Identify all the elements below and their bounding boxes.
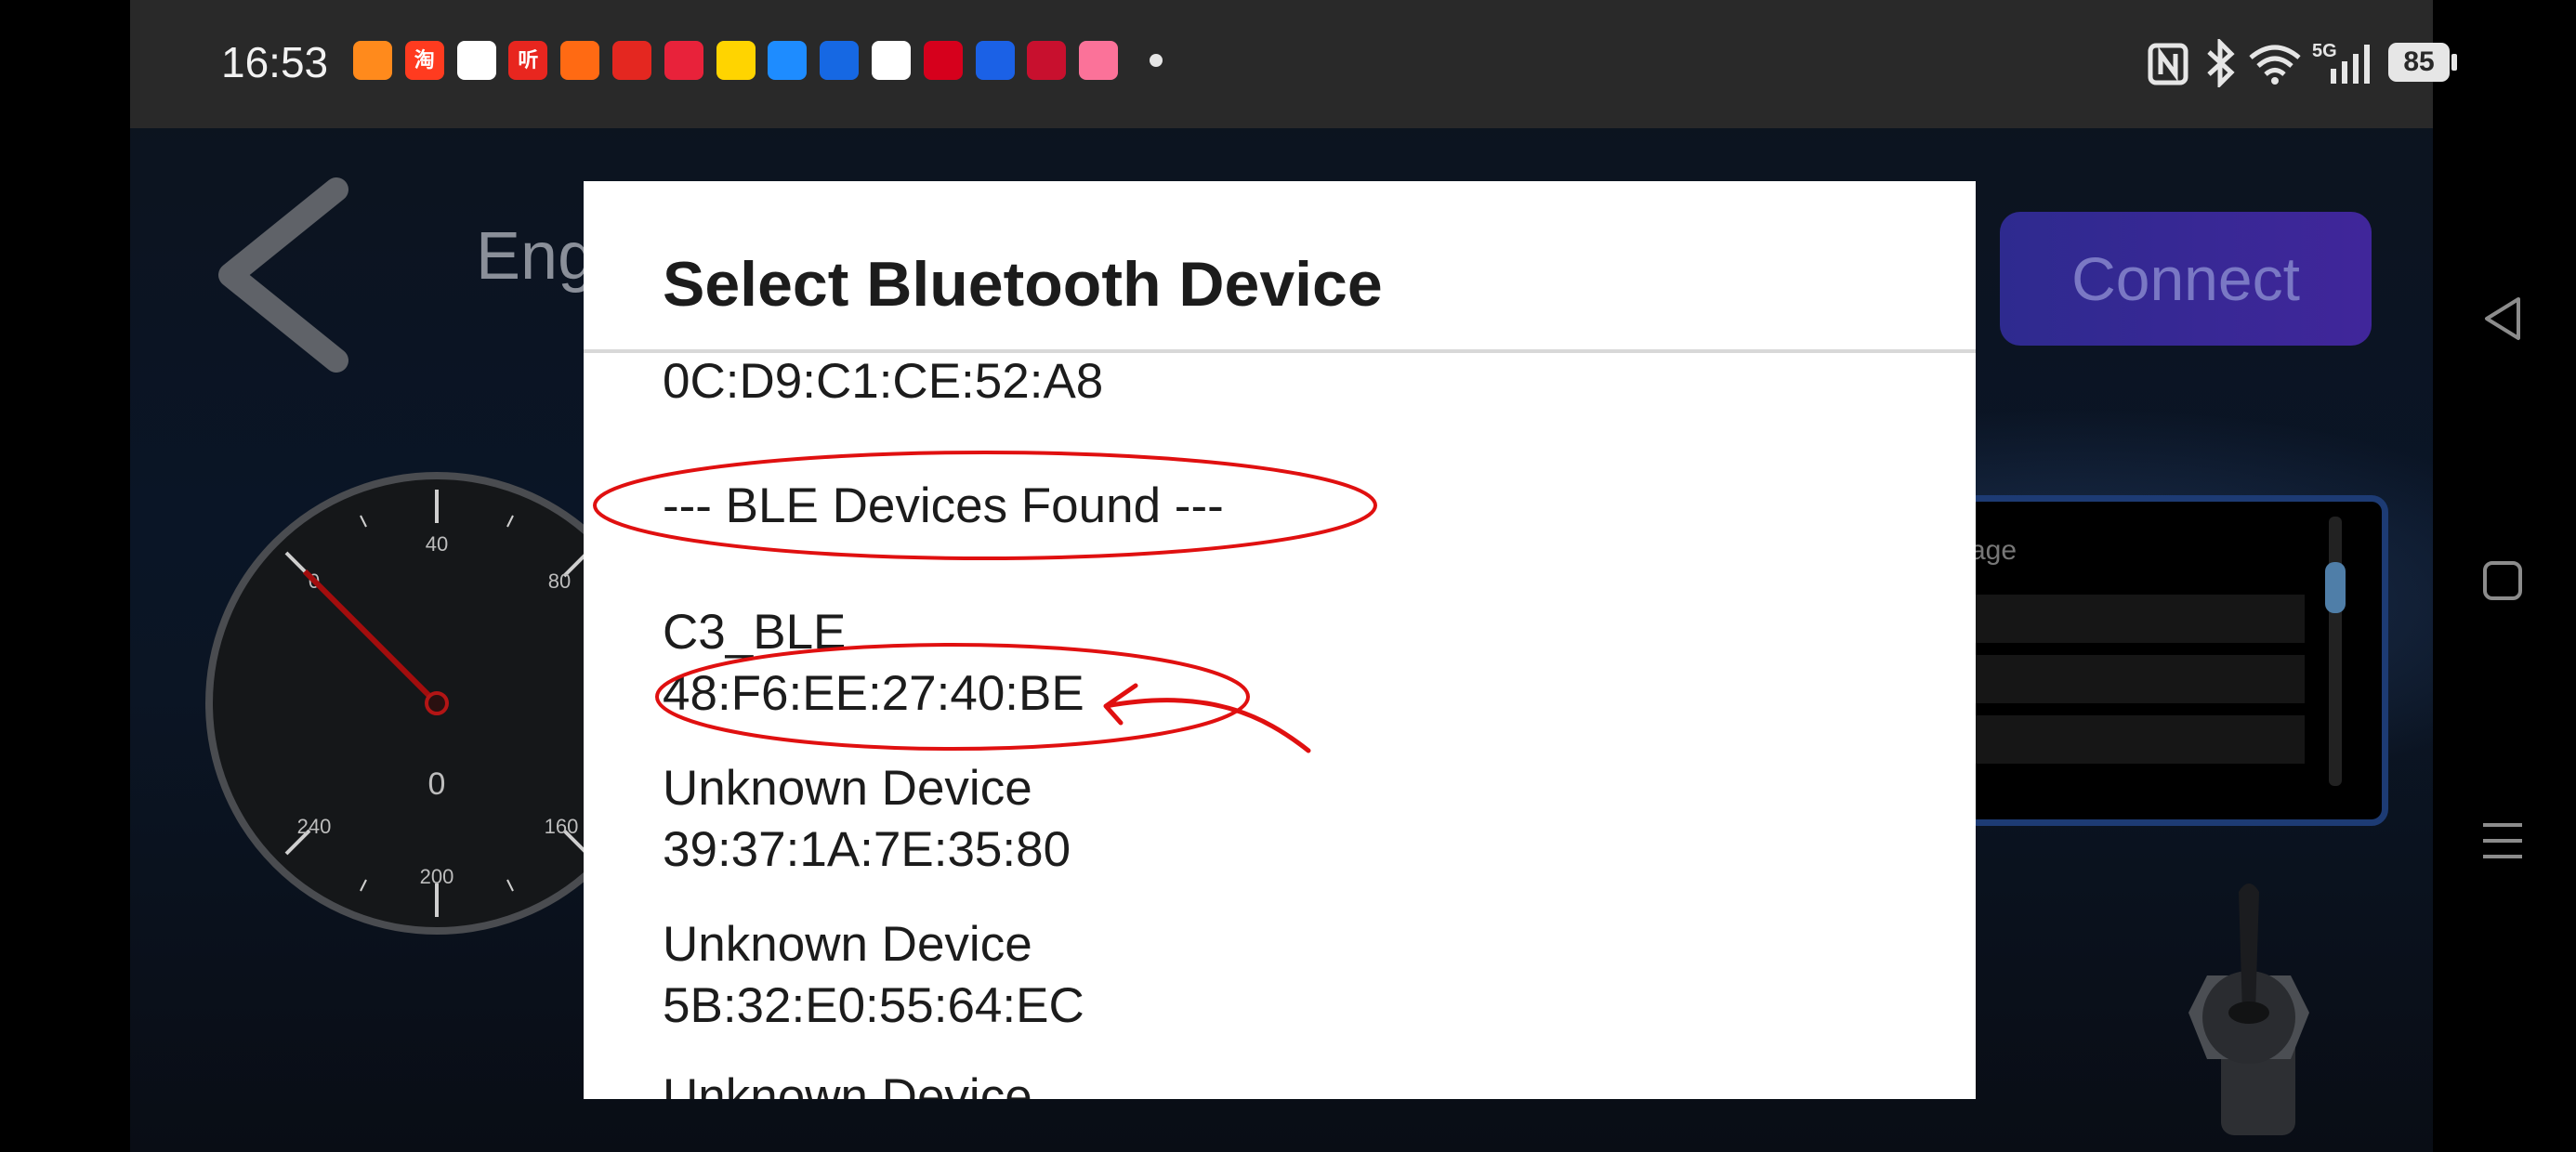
device-name-line[interactable]: Unknown Device	[663, 760, 1032, 817]
gauge-label-40: 40	[426, 532, 448, 556]
battery-level: 85	[2403, 46, 2435, 77]
app-icon-11	[872, 41, 911, 80]
gauge-value: 0	[428, 766, 446, 802]
app-icon-1	[353, 41, 392, 80]
message-row	[1970, 595, 2305, 643]
wifi-icon	[2249, 45, 2301, 85]
device-address-line[interactable]: 39:37:1A:7E:35:80	[663, 821, 1071, 878]
select-device-dialog: Select Bluetooth Device 0C:D9:C1:CE:52:A…	[584, 181, 1976, 1099]
more-notifications-icon	[1150, 54, 1163, 67]
bilibili-icon	[1079, 41, 1119, 80]
message-scroll-thumb[interactable]	[2325, 562, 2346, 613]
app-icon-13	[975, 41, 1015, 80]
gauge-label-240: 240	[297, 815, 332, 838]
bluetooth-icon	[2207, 39, 2235, 87]
app-icon-8	[716, 41, 756, 80]
device-name-line[interactable]: Unknown Device	[663, 916, 1032, 973]
app-icon-10	[820, 41, 860, 80]
app-icon-3	[456, 41, 496, 80]
cmb-icon	[923, 41, 963, 80]
device-address-line[interactable]: 48:F6:EE:27:40:BE	[663, 665, 1084, 722]
message-row	[1970, 655, 2305, 703]
ble-section-header[interactable]: --- BLE Devices Found ---	[663, 478, 1224, 534]
nav-menu-icon[interactable]	[2481, 819, 2524, 862]
gauge-hub	[425, 691, 449, 715]
taobao-icon: 淘	[404, 41, 444, 80]
cmb-securities-icon	[1027, 41, 1067, 80]
joystick-toggle-icon[interactable]	[2170, 873, 2328, 1143]
app-icon-9	[768, 41, 808, 80]
app-icon-7	[664, 41, 703, 80]
status-time: 16:53	[221, 38, 329, 86]
battery-icon: 85	[2388, 43, 2457, 82]
connect-button[interactable]: Connect	[2000, 212, 2372, 346]
gauge-label-80: 80	[548, 569, 571, 593]
gauge-label-200: 200	[420, 865, 454, 888]
engine-title: Eng	[476, 219, 596, 294]
device-name-line[interactable]: Unknown Device	[663, 1068, 1032, 1099]
message-row	[1970, 715, 2305, 764]
app-icon-5	[560, 41, 600, 80]
dialog-title: Select Bluetooth Device	[663, 249, 1383, 320]
device-name-line[interactable]: C3_BLE	[663, 604, 846, 661]
back-arrow-icon[interactable]	[214, 177, 353, 381]
message-label: age	[1970, 535, 2017, 566]
device-address-line[interactable]: 5B:32:E0:55:64:EC	[663, 977, 1084, 1034]
nav-home-icon[interactable]	[2481, 559, 2524, 602]
status-bar: 16:53 淘听 5G 85	[130, 0, 2457, 128]
nav-back-icon[interactable]	[2481, 295, 2524, 342]
device-list[interactable]: 0C:D9:C1:CE:52:A8 --- BLE Devices Found -…	[584, 353, 1976, 1099]
message-scrollbar[interactable]	[2329, 517, 2342, 786]
signal-icon	[2331, 45, 2370, 84]
gauge-label-160: 160	[545, 815, 579, 838]
nfc-icon	[2148, 43, 2188, 85]
app-icon-6	[612, 41, 651, 80]
device-address-line[interactable]: 0C:D9:C1:CE:52:A8	[663, 353, 1103, 410]
ting-icon: 听	[508, 41, 548, 80]
